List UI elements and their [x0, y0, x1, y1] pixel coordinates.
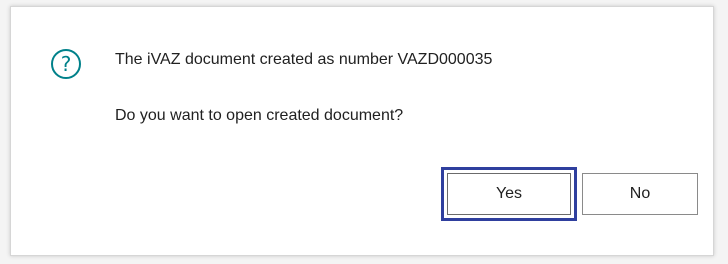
dialog-message-line2: Do you want to open created document? — [115, 107, 404, 124]
question-circle-icon: ? — [51, 49, 81, 79]
confirmation-dialog: ? The iVAZ document created as number VA… — [10, 6, 714, 256]
dialog-message-line1: The iVAZ document created as number VAZD… — [115, 51, 493, 68]
screen: ? The iVAZ document created as number VA… — [0, 0, 728, 264]
yes-button[interactable]: Yes — [441, 167, 577, 221]
no-button[interactable]: No — [582, 173, 698, 215]
